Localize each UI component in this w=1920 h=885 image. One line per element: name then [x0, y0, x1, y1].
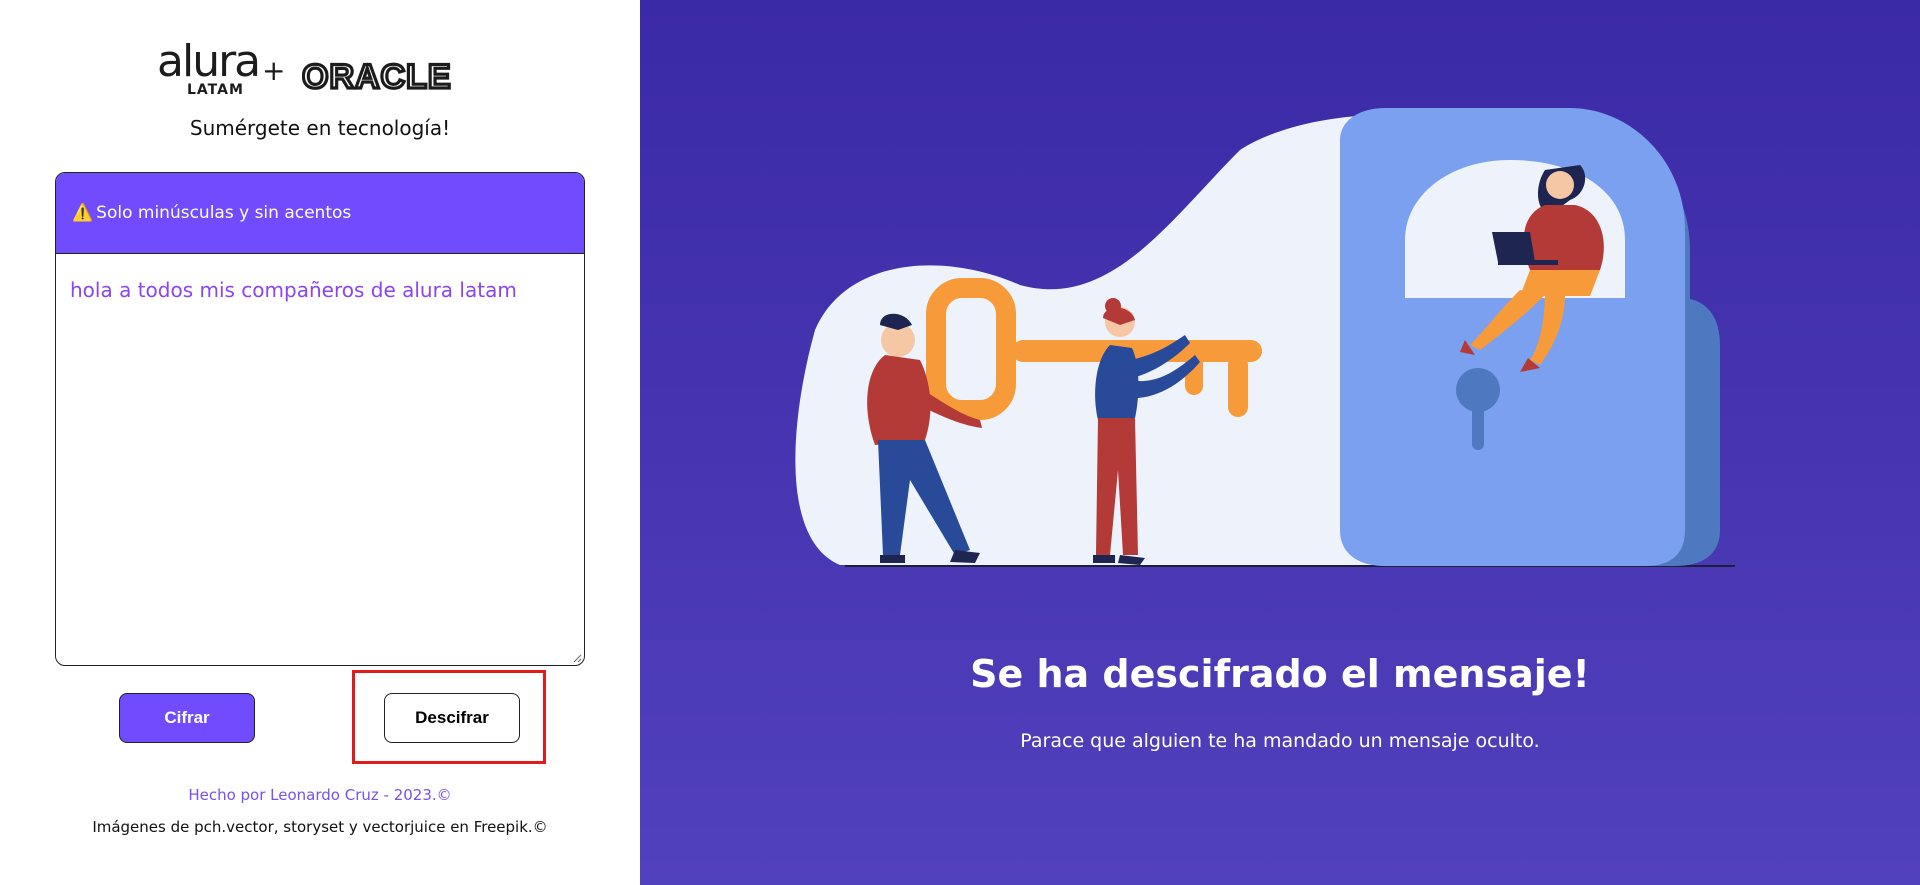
logo-plus-sign: +: [262, 54, 286, 87]
decrypt-button[interactable]: Descifrar: [384, 693, 520, 743]
images-credit: Imágenes de pch.vector, storyset y vecto…: [92, 818, 548, 836]
tagline: Sumérgete en tecnología!: [189, 116, 451, 140]
latam-logo-text: LATAM: [187, 82, 244, 98]
oracle-logo-text: ORACLE: [302, 60, 452, 92]
padlock-key-illustration: [795, 108, 1735, 567]
warning-icon: ⚠️: [72, 203, 94, 223]
input-panel: alura LATAM + ORACLE Sumérgete en tecnol…: [0, 0, 640, 885]
warning-header: ⚠️ Solo minúsculas y sin acentos: [56, 173, 584, 254]
author-credit: Hecho por Leonardo Cruz - 2023.©: [188, 786, 452, 804]
logo-bar: alura LATAM + ORACLE: [0, 36, 640, 104]
oracle-logo: ORACLE: [302, 60, 452, 92]
app-page: alura LATAM + ORACLE Sumérgete en tecnol…: [0, 0, 1920, 885]
alura-latam-logo: alura LATAM: [157, 36, 261, 104]
resize-grip-icon[interactable]: [572, 653, 582, 663]
message-card: ⚠️ Solo minúsculas y sin acentos hola a …: [55, 172, 585, 666]
result-subtitle: Parace que alguien te ha mandado un mens…: [1020, 730, 1540, 752]
result-panel: Se ha descifrado el mensaje! Parace que …: [640, 0, 1920, 885]
result-title: Se ha descifrado el mensaje!: [970, 652, 1590, 696]
message-textarea[interactable]: hola a todos mis compañeros de alura lat…: [56, 254, 584, 665]
encrypt-button[interactable]: Cifrar: [119, 693, 255, 743]
warning-text: Solo minúsculas y sin acentos: [96, 203, 352, 223]
alura-logo-text: alura: [157, 36, 261, 87]
